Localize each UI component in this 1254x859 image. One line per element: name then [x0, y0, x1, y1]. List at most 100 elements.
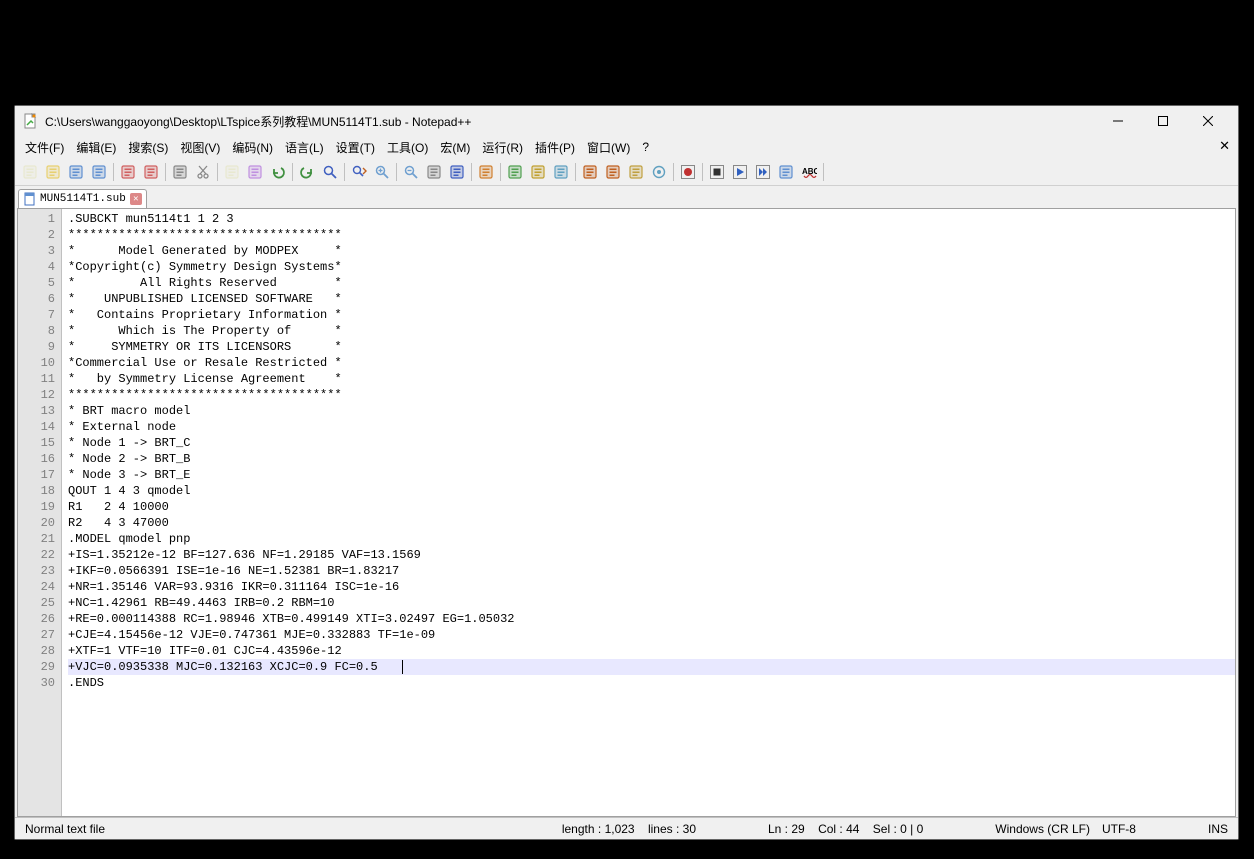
zoom-out-button[interactable]: [400, 161, 422, 183]
all-chars-button[interactable]: [475, 161, 497, 183]
macro-play-multi-button[interactable]: [752, 161, 774, 183]
zoom-in-button[interactable]: [371, 161, 393, 183]
folder-button[interactable]: [625, 161, 647, 183]
line-number: 27: [18, 627, 61, 643]
editor-line[interactable]: +VJC=0.0935338 MJC=0.132163 XCJC=0.9 FC=…: [68, 659, 1235, 675]
editor-line[interactable]: * Node 1 -> BRT_C: [68, 435, 1235, 451]
editor-line[interactable]: +IS=1.35212e-12 BF=127.636 NF=1.29185 VA…: [68, 547, 1235, 563]
menu-edit[interactable]: 编辑(E): [70, 137, 122, 158]
menu-run[interactable]: 运行(R): [476, 137, 529, 158]
menu-file[interactable]: 文件(F): [19, 137, 70, 158]
toolbar-separator: [292, 163, 293, 181]
line-number: 29: [18, 659, 61, 675]
macro-record-button[interactable]: [677, 161, 699, 183]
sync-button[interactable]: [423, 161, 445, 183]
spell-check-button[interactable]: ABC: [798, 161, 820, 183]
editor-line[interactable]: **************************************: [68, 227, 1235, 243]
save-button[interactable]: [65, 161, 87, 183]
line-number: 7: [18, 307, 61, 323]
editor-line[interactable]: * UNPUBLISHED LICENSED SOFTWARE *: [68, 291, 1235, 307]
tab-close-icon[interactable]: ✕: [130, 193, 142, 205]
line-number: 3: [18, 243, 61, 259]
status-encoding: UTF-8: [1096, 822, 1142, 836]
menu-window[interactable]: 窗口(W): [581, 137, 636, 158]
copy-button[interactable]: [221, 161, 243, 183]
menu-search[interactable]: 搜索(S): [122, 137, 174, 158]
editor-line[interactable]: *Commercial Use or Resale Restricted *: [68, 355, 1235, 371]
menu-tools[interactable]: 工具(O): [381, 137, 434, 158]
titlebar: C:\Users\wanggaoyong\Desktop\LTspice系列教程…: [15, 106, 1238, 136]
toolbar-separator: [217, 163, 218, 181]
minimize-button[interactable]: [1095, 107, 1140, 136]
open-button[interactable]: [42, 161, 64, 183]
cut-button[interactable]: [192, 161, 214, 183]
editor-line[interactable]: * Contains Proprietary Information *: [68, 307, 1235, 323]
toolbar-separator: [344, 163, 345, 181]
editor-line[interactable]: * Model Generated by MODPEX *: [68, 243, 1235, 259]
editor-line[interactable]: * SYMMETRY OR ITS LICENSORS *: [68, 339, 1235, 355]
editor-line[interactable]: * Which is The Property of *: [68, 323, 1235, 339]
find-button[interactable]: [319, 161, 341, 183]
new-button[interactable]: [19, 161, 41, 183]
close-button[interactable]: [1185, 107, 1230, 136]
editor-line[interactable]: .SUBCKT mun5114t1 1 2 3: [68, 211, 1235, 227]
editor-line[interactable]: +CJE=4.15456e-12 VJE=0.747361 MJE=0.3328…: [68, 627, 1235, 643]
mdi-close-icon[interactable]: ✕: [1219, 138, 1230, 154]
macro-save-button[interactable]: [775, 161, 797, 183]
close-all-button[interactable]: [140, 161, 162, 183]
editor-line[interactable]: +IKF=0.0566391 ISE=1e-16 NE=1.52381 BR=1…: [68, 563, 1235, 579]
lang-button[interactable]: [527, 161, 549, 183]
menu-language[interactable]: 语言(L): [279, 137, 330, 158]
editor-line[interactable]: * External node: [68, 419, 1235, 435]
redo-button[interactable]: [296, 161, 318, 183]
save-all-button[interactable]: [88, 161, 110, 183]
editor-line[interactable]: .ENDS: [68, 675, 1235, 691]
file-tab-label: MUN5114T1.sub: [40, 193, 126, 205]
func-list-button[interactable]: [602, 161, 624, 183]
line-number: 9: [18, 339, 61, 355]
macro-play-button[interactable]: [729, 161, 751, 183]
macro-stop-button[interactable]: [706, 161, 728, 183]
editor-line[interactable]: * All Rights Reserved *: [68, 275, 1235, 291]
editor-line[interactable]: +RE=0.000114388 RC=1.98946 XTB=0.499149 …: [68, 611, 1235, 627]
menu-encoding[interactable]: 编码(N): [226, 137, 279, 158]
menu-plugins[interactable]: 插件(P): [529, 137, 581, 158]
undo-button[interactable]: [267, 161, 289, 183]
menu-help[interactable]: ?: [636, 138, 655, 156]
line-number: 10: [18, 355, 61, 371]
close-button[interactable]: [117, 161, 139, 183]
editor-line[interactable]: * Node 3 -> BRT_E: [68, 467, 1235, 483]
editor-line[interactable]: +XTF=1 VTF=10 ITF=0.01 CJC=4.43596e-12: [68, 643, 1235, 659]
replace-button[interactable]: [348, 161, 370, 183]
editor-line[interactable]: .MODEL qmodel pnp: [68, 531, 1235, 547]
editor-line[interactable]: R1 2 4 10000: [68, 499, 1235, 515]
app-icon: [23, 113, 39, 129]
editor-line[interactable]: *Copyright(c) Symmetry Design Systems*: [68, 259, 1235, 275]
menu-macro[interactable]: 宏(M): [434, 137, 476, 158]
line-number: 1: [18, 211, 61, 227]
editor-line[interactable]: * BRT macro model: [68, 403, 1235, 419]
editor-line[interactable]: QOUT 1 4 3 qmodel: [68, 483, 1235, 499]
editor-line[interactable]: +NC=1.42961 RB=49.4463 IRB=0.2 RBM=10: [68, 595, 1235, 611]
indent-guide-button[interactable]: [504, 161, 526, 183]
line-number: 11: [18, 371, 61, 387]
doc-list-button[interactable]: [579, 161, 601, 183]
menu-view[interactable]: 视图(V): [174, 137, 226, 158]
wrap-button[interactable]: [446, 161, 468, 183]
editor-line[interactable]: +NR=1.35146 VAR=93.9316 IKR=0.311164 ISC…: [68, 579, 1235, 595]
editor-line[interactable]: **************************************: [68, 387, 1235, 403]
maximize-button[interactable]: [1140, 107, 1185, 136]
text-cursor: [402, 660, 403, 674]
editor-line[interactable]: R2 4 3 47000: [68, 515, 1235, 531]
file-tab[interactable]: MUN5114T1.sub ✕: [18, 189, 147, 208]
print-button[interactable]: [169, 161, 191, 183]
editor-line[interactable]: * by Symmetry License Agreement *: [68, 371, 1235, 387]
monitor-button[interactable]: [648, 161, 670, 183]
editor-line[interactable]: * Node 2 -> BRT_B: [68, 451, 1235, 467]
text-editor[interactable]: .SUBCKT mun5114t1 1 2 3*****************…: [62, 209, 1235, 816]
doc-map-button[interactable]: [550, 161, 572, 183]
line-number: 28: [18, 643, 61, 659]
line-number: 26: [18, 611, 61, 627]
paste-button[interactable]: [244, 161, 266, 183]
menu-settings[interactable]: 设置(T): [330, 137, 381, 158]
